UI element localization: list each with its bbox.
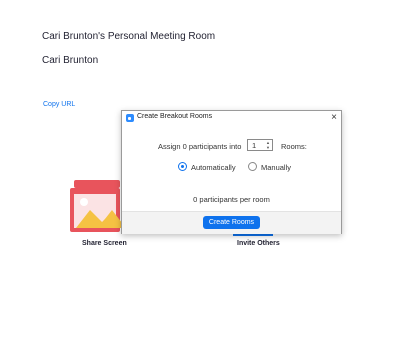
copy-url-link[interactable]: Copy URL	[43, 101, 75, 108]
host-name: Cari Brunton	[42, 55, 99, 66]
assignment-options: Automatically Manually	[122, 161, 341, 175]
invite-others-label: Invite Others	[237, 240, 280, 247]
rooms-label: Rooms:	[281, 142, 307, 151]
participants-per-room: 0 participants per room	[193, 195, 270, 204]
zoom-meeting-window: Cari Brunton's Personal Meeting Room Car…	[0, 0, 400, 350]
room-count-stepper[interactable]: 1 ▲ ▼	[247, 139, 273, 151]
create-rooms-button[interactable]: Create Rooms	[203, 216, 260, 229]
room-count-value: 1	[252, 141, 257, 150]
share-screen-button[interactable]	[70, 180, 126, 236]
dialog-footer: Create Rooms	[122, 211, 341, 234]
decrement-icon[interactable]: ▼	[265, 145, 271, 150]
share-screen-label: Share Screen	[82, 240, 127, 247]
share-screen-icon	[70, 180, 126, 232]
manually-radio[interactable]	[248, 162, 257, 171]
spin-buttons: ▲ ▼	[265, 140, 271, 150]
dialog-title: Create Breakout Rooms	[137, 113, 213, 120]
zoom-app-icon	[126, 114, 134, 122]
automatically-radio[interactable]	[178, 162, 187, 171]
dialog-titlebar: Create Breakout Rooms ×	[122, 111, 341, 125]
breakout-rooms-dialog: Create Breakout Rooms × Assign 0 partici…	[121, 110, 342, 234]
room-title: Cari Brunton's Personal Meeting Room	[42, 31, 216, 42]
assign-row: Assign 0 participants into 1 ▲ ▼ Rooms:	[122, 139, 341, 153]
assign-text: Assign 0 participants into	[158, 142, 242, 151]
manually-label[interactable]: Manually	[261, 163, 291, 172]
automatically-label[interactable]: Automatically	[191, 163, 236, 172]
close-button[interactable]: ×	[331, 111, 337, 125]
